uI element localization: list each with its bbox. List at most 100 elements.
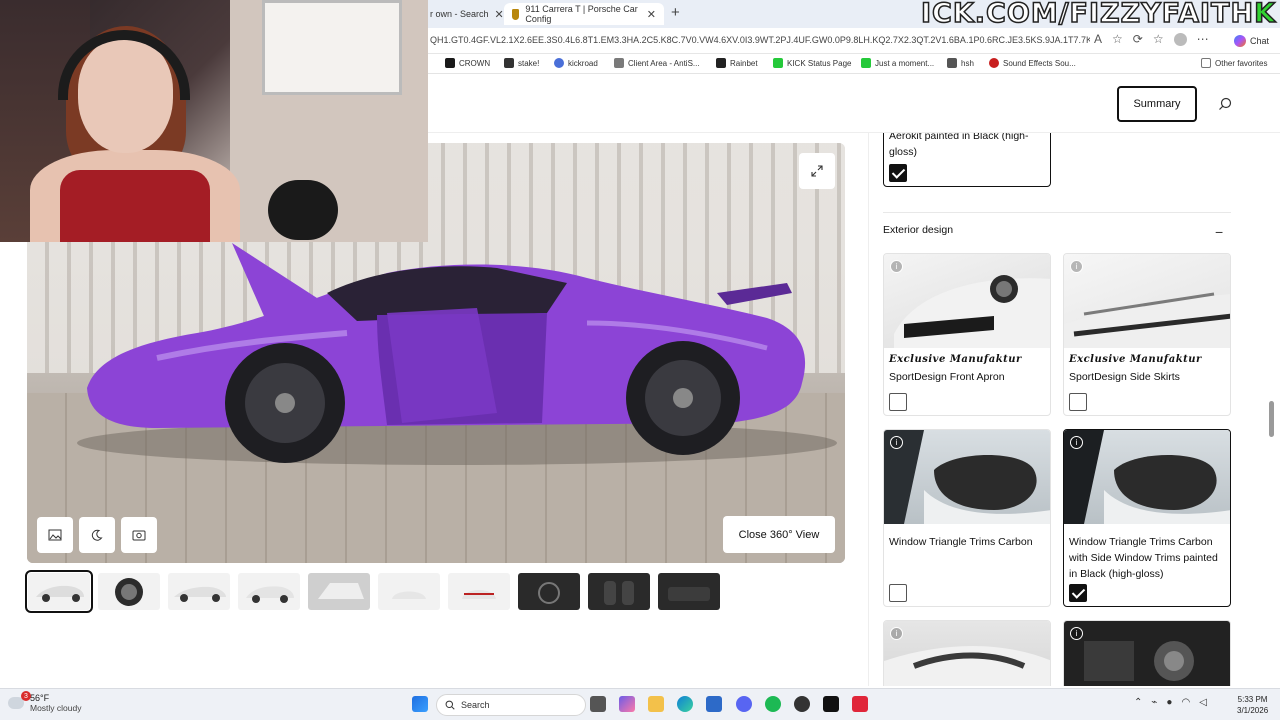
bookmark-icon	[445, 58, 455, 68]
info-icon[interactable]: i	[1070, 627, 1083, 640]
task-view-icon[interactable]	[590, 696, 606, 712]
close-icon[interactable]: ✕	[495, 8, 504, 21]
thumbnail-front-3q[interactable]	[25, 570, 93, 613]
volume-icon[interactable]: ◁	[1199, 697, 1207, 708]
more-menu-icon[interactable]: ⋯	[1197, 32, 1209, 46]
file-explorer-icon[interactable]	[648, 696, 664, 712]
search-button[interactable]	[1206, 86, 1244, 122]
roof-image	[884, 646, 1050, 686]
thumbnail-front[interactable]	[378, 573, 440, 610]
tab-porsche-configurator[interactable]: 911 Carrera T | Porsche Car Config ✕	[504, 3, 664, 25]
scrollbar-thumb[interactable]	[1269, 401, 1274, 437]
store-icon[interactable]	[706, 696, 722, 712]
bookmark-icon	[554, 58, 564, 68]
option-checkbox[interactable]	[889, 393, 907, 411]
option-card-window-trims-carbon[interactable]: i Window Triangle Trims Carbon	[883, 429, 1051, 607]
car-thumbnail	[392, 591, 426, 599]
option-card-front-apron[interactable]: i Exclusive Manufaktur SportDesign Front…	[883, 253, 1051, 416]
bookmark-crown[interactable]: CROWN	[445, 58, 490, 68]
info-icon[interactable]: i	[1070, 436, 1083, 449]
info-icon[interactable]: i	[1070, 260, 1083, 273]
option-card-partial-right[interactable]: i	[1063, 620, 1231, 686]
chevron-up-icon[interactable]: ⌃	[1134, 697, 1142, 708]
thumbnail-dashboard[interactable]	[518, 573, 580, 610]
thumbnail-strip	[25, 570, 720, 613]
thumbnail-rear[interactable]	[448, 573, 510, 610]
option-title: Window Triangle Trims Carbon	[889, 536, 1033, 548]
app-icon[interactable]	[852, 696, 868, 712]
favorite-star-icon[interactable]: ☆	[1112, 32, 1123, 46]
option-checkbox[interactable]	[1069, 584, 1087, 602]
microphone-icon[interactable]: ●	[1166, 697, 1172, 708]
option-image: i	[884, 254, 1050, 348]
network-icon[interactable]: ⌁	[1151, 697, 1157, 708]
bookmark-label: Client Area - AntiS...	[628, 58, 700, 68]
bookmark-label: Just a moment...	[875, 58, 935, 68]
background-toggle-button[interactable]	[37, 517, 73, 553]
bookmark-client-area[interactable]: Client Area - AntiS...	[614, 58, 700, 68]
discord-icon[interactable]	[736, 696, 752, 712]
option-image: i	[1064, 621, 1230, 686]
clock-date: 3/1/2026	[1237, 706, 1269, 715]
weather-temp: 56°F	[30, 693, 50, 703]
taskbar-search-label: Search	[461, 700, 490, 710]
thumbnail-wheel[interactable]	[98, 573, 160, 610]
interior-thumbnail	[538, 582, 560, 604]
bookmark-just-a-moment[interactable]: Just a moment...	[861, 58, 934, 68]
epic-games-icon[interactable]	[823, 696, 839, 712]
favorites-icon[interactable]: ☆	[1153, 32, 1164, 46]
thumbnail-side[interactable]	[168, 573, 230, 610]
bookmark-kick-status[interactable]: KICK Status Page	[773, 58, 851, 68]
info-icon[interactable]: i	[890, 627, 903, 640]
bookmark-stake[interactable]: stake!	[504, 58, 539, 68]
option-card-side-skirts[interactable]: i Exclusive Manufaktur SportDesign Side …	[1063, 253, 1231, 416]
info-icon[interactable]: i	[890, 436, 903, 449]
chat-label: Chat	[1250, 36, 1270, 46]
chat-button[interactable]: Chat	[1234, 35, 1269, 47]
expand-icon	[811, 165, 823, 177]
copilot-icon[interactable]	[619, 696, 635, 712]
taskbar-clock[interactable]: 5:33 PM 3/1/2026	[1237, 694, 1268, 716]
url-field[interactable]: QH1.GT0.4GF.VL2.1X2.6EE.3S0.4L6.8T1.EM3.…	[430, 35, 1090, 45]
windows-start-icon[interactable]	[412, 696, 428, 712]
collapse-section-button[interactable]: −	[1215, 224, 1223, 240]
folder-icon	[1201, 58, 1211, 68]
new-tab-button[interactable]: +	[671, 4, 680, 21]
extensions-icon[interactable]: ⟳	[1133, 32, 1143, 46]
front-apron-image	[894, 275, 1050, 348]
thumbnail-interior[interactable]	[658, 573, 720, 610]
car-thumbnail	[36, 585, 84, 602]
spotify-icon[interactable]	[765, 696, 781, 712]
profile-avatar-icon[interactable]	[1173, 32, 1187, 46]
option-card-aerokit[interactable]: Aerokit painted in Black (high-gloss)	[883, 133, 1051, 187]
bookmark-sound-effects[interactable]: Sound Effects Sou...	[989, 58, 1076, 68]
option-checkbox[interactable]	[889, 164, 907, 182]
obs-icon[interactable]	[794, 696, 810, 712]
close-360-view-button[interactable]: Close 360° View	[723, 516, 835, 553]
summary-button[interactable]: Summary	[1117, 86, 1197, 122]
taskbar-search[interactable]: Search	[436, 694, 586, 716]
weather-widget[interactable]: 56°F Mostly cloudy	[8, 693, 82, 713]
other-favorites[interactable]: Other favorites	[1201, 58, 1267, 68]
thumbnail-seats[interactable]	[588, 573, 650, 610]
wifi-icon[interactable]: ◠	[1181, 697, 1190, 708]
bookmark-hsh[interactable]: hsh	[947, 58, 974, 68]
bookmark-icon	[947, 58, 957, 68]
thumbnail-rear-3q[interactable]	[238, 573, 300, 610]
page-scrollbar[interactable]	[1267, 133, 1276, 686]
option-card-window-trims-black[interactable]: i Window Triangle Trims Carbon with Side…	[1063, 429, 1231, 607]
bookmark-kickroad[interactable]: kickroad	[554, 58, 598, 68]
option-card-partial-left[interactable]: i	[883, 620, 1051, 686]
read-aloud-icon[interactable]: A	[1094, 32, 1102, 46]
option-checkbox[interactable]	[1069, 393, 1087, 411]
edge-browser-icon[interactable]	[677, 696, 693, 712]
close-icon[interactable]: ✕	[647, 8, 656, 21]
interior-view-button[interactable]	[121, 517, 157, 553]
bookmark-rainbet[interactable]: Rainbet	[716, 58, 758, 68]
info-icon[interactable]: i	[890, 260, 903, 273]
fullscreen-button[interactable]	[799, 153, 835, 189]
option-checkbox[interactable]	[889, 584, 907, 602]
tab-search[interactable]: r own - Search ✕	[422, 3, 512, 25]
thumbnail-top[interactable]	[308, 573, 370, 610]
night-mode-button[interactable]	[79, 517, 115, 553]
